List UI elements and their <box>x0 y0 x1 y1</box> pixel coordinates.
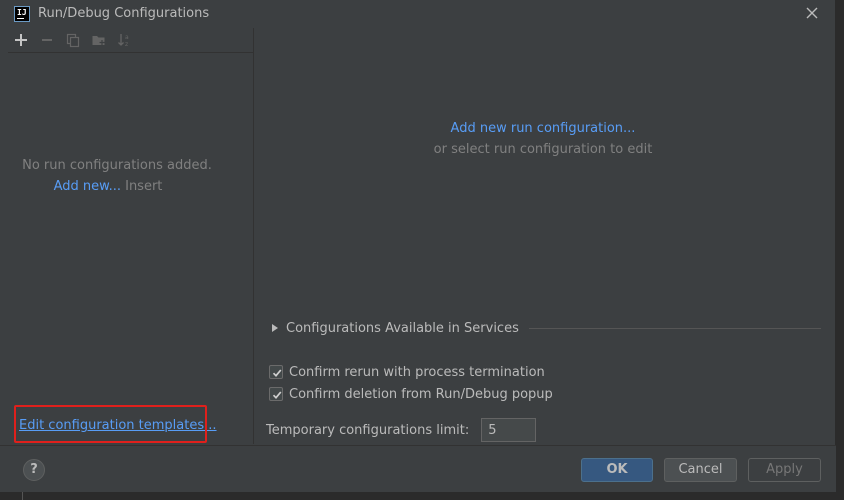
confirm-deletion-label: Confirm deletion from Run/Debug popup <box>289 386 553 402</box>
add-new-row: Add new... Insert <box>8 179 208 194</box>
temp-config-limit-label: Temporary configurations limit: <box>266 422 470 438</box>
confirm-rerun-checkbox-row[interactable]: Confirm rerun with process termination <box>269 363 545 381</box>
edit-templates-link[interactable]: Edit configuration templates... <box>19 418 217 433</box>
close-icon[interactable] <box>803 4 821 22</box>
ok-button[interactable]: OK <box>581 458 653 482</box>
configuration-editor-panel: Add new run configuration... or select r… <box>255 28 836 444</box>
checkmark-icon <box>272 369 282 377</box>
svg-text:z: z <box>125 41 128 48</box>
window-title: Run/Debug Configurations <box>38 6 210 21</box>
intellij-icon: IJ <box>14 6 30 22</box>
folder-icon[interactable] <box>91 32 107 48</box>
checkmark-icon <box>272 391 282 399</box>
cancel-button[interactable]: Cancel <box>664 458 737 482</box>
confirm-deletion-checkbox-row[interactable]: Confirm deletion from Run/Debug popup <box>269 385 553 403</box>
add-run-config-link[interactable]: Add new run configuration... <box>451 121 636 136</box>
expand-triangle-icon <box>272 324 278 332</box>
help-button[interactable]: ? <box>23 459 45 481</box>
temp-config-limit-input[interactable] <box>481 418 537 442</box>
background-edge-bottom <box>0 492 844 500</box>
title-bar: IJ Run/Debug Configurations <box>0 0 836 28</box>
confirm-rerun-checkbox[interactable] <box>269 365 283 379</box>
services-section-label: Configurations Available in Services <box>286 320 519 336</box>
background-edge <box>836 0 844 500</box>
dialog-button-bar: ? OK Cancel Apply <box>0 445 836 492</box>
confirm-deletion-checkbox[interactable] <box>269 387 283 401</box>
svg-text:a: a <box>125 34 129 41</box>
section-divider <box>528 327 821 329</box>
services-section-toggle[interactable]: Configurations Available in Services <box>270 319 821 337</box>
configurations-tree-panel: a z No run configurations added. Add new… <box>8 28 254 444</box>
select-config-hint: or select run configuration to edit <box>433 142 653 157</box>
add-run-config-row: Add new run configuration... <box>255 121 831 136</box>
copy-icon[interactable] <box>65 32 81 48</box>
add-new-shortcut: Insert <box>125 179 163 194</box>
empty-tree-message: No run configurations added. <box>22 158 212 173</box>
add-new-link[interactable]: Add new... <box>54 179 121 194</box>
tree-toolbar: a z <box>8 28 254 53</box>
confirm-rerun-label: Confirm rerun with process termination <box>289 364 545 380</box>
add-icon[interactable] <box>13 32 29 48</box>
run-debug-dialog: IJ Run/Debug Configurations a z No run c… <box>0 0 836 492</box>
remove-icon[interactable] <box>39 32 55 48</box>
sort-icon[interactable]: a z <box>117 32 133 48</box>
apply-button[interactable]: Apply <box>748 458 821 482</box>
temp-config-limit-row: Temporary configurations limit: <box>266 418 537 442</box>
app-icon-text: IJ <box>17 8 27 17</box>
